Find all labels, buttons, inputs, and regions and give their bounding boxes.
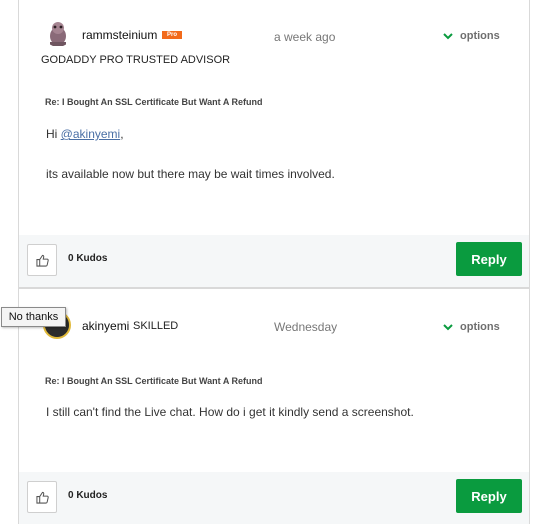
post-subject[interactable]: Re: I Bought An SSL Certificate But Want… (45, 376, 263, 386)
post-timestamp: a week ago (274, 30, 336, 44)
post-timestamp: Wednesday (274, 320, 338, 334)
thumbs-up-icon (35, 254, 49, 267)
kudos-count: 0 Kudos (68, 490, 108, 501)
options-menu[interactable]: options (442, 30, 500, 42)
kudo-button[interactable] (27, 244, 57, 276)
avatar-image (50, 22, 66, 46)
chevron-down-icon (443, 324, 453, 331)
user-rank: SKILLED (133, 320, 179, 332)
greeting-punct: , (120, 127, 124, 141)
post-body: its available now but there may be wait … (46, 167, 335, 181)
options-label: options (460, 321, 500, 333)
username[interactable]: akinyemi (82, 319, 129, 333)
pro-badge: Pro (162, 31, 182, 39)
post-footer: 0 Kudos Reply (19, 235, 529, 287)
options-label: options (460, 30, 500, 42)
reply-button[interactable]: Reply (456, 242, 522, 276)
thumbs-up-icon (35, 491, 49, 504)
reply-post: akinyemi SKILLED Wednesday options Re: I… (19, 289, 529, 524)
kudos-count: 0 Kudos (68, 253, 108, 264)
user-mention-link[interactable]: @akinyemi (61, 127, 121, 141)
username[interactable]: rammsteinium (82, 28, 157, 42)
post-body: I still can't find the Live chat. How do… (46, 405, 414, 419)
reply-button[interactable]: Reply (456, 479, 522, 513)
avatar[interactable] (44, 19, 72, 47)
post-body-greeting: Hi @akinyemi, (46, 127, 124, 141)
greeting-text: Hi (46, 127, 61, 141)
kudo-button[interactable] (27, 481, 57, 513)
post-subject[interactable]: Re: I Bought An SSL Certificate But Want… (45, 97, 263, 107)
options-menu[interactable]: options (442, 321, 500, 333)
post-footer: 0 Kudos Reply (19, 472, 529, 524)
reply-post: rammsteinium Pro GODADDY PRO TRUSTED ADV… (19, 0, 529, 287)
no-thanks-tooltip[interactable]: No thanks (1, 307, 66, 327)
user-rank: GODADDY PRO TRUSTED ADVISOR (41, 54, 231, 66)
chevron-down-icon (443, 33, 453, 40)
thread-border-right (529, 0, 530, 524)
